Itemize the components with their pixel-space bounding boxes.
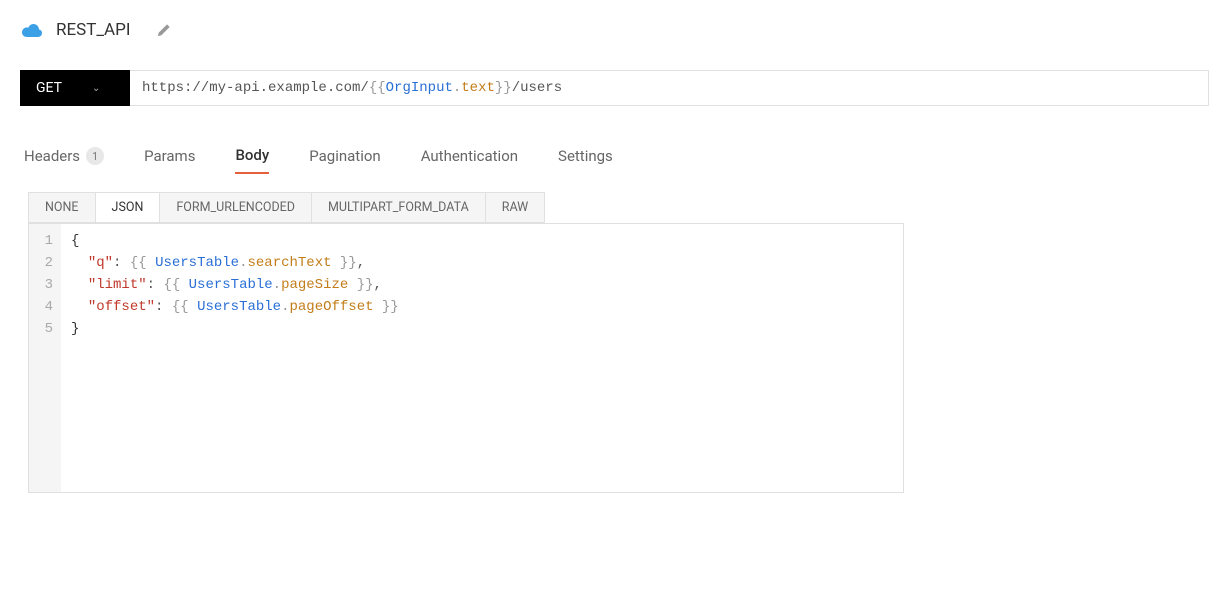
code-line: "offset": {{ UsersTable.pageOffset }} bbox=[71, 296, 893, 318]
http-method-value: GET bbox=[36, 80, 62, 96]
body-type-raw[interactable]: RAW bbox=[486, 193, 545, 222]
tab-body[interactable]: Body bbox=[235, 146, 269, 174]
body-type-json[interactable]: JSON bbox=[96, 193, 161, 222]
line-number: 2 bbox=[35, 252, 53, 274]
body-type-form[interactable]: FORM_URLENCODED bbox=[160, 193, 312, 222]
headers-count-badge: 1 bbox=[86, 147, 104, 165]
url-prefix: https://my-api.example.com/ bbox=[142, 80, 369, 96]
body-code-editor[interactable]: 1 2 3 4 5 { "q": {{ UsersTable.searchTex… bbox=[28, 223, 904, 493]
section-tabs: Headers 1 Params Body Pagination Authent… bbox=[20, 146, 1209, 174]
url-suffix: /users bbox=[512, 80, 562, 96]
line-gutter: 1 2 3 4 5 bbox=[29, 224, 61, 492]
tab-authentication[interactable]: Authentication bbox=[421, 147, 518, 173]
request-url-row: GET ⌄ https://my-api.example.com/{{ OrgI… bbox=[20, 70, 1209, 106]
url-input[interactable]: https://my-api.example.com/{{ OrgInput.t… bbox=[130, 70, 1209, 106]
tab-params[interactable]: Params bbox=[144, 147, 195, 173]
code-line: "limit": {{ UsersTable.pageSize }}, bbox=[71, 274, 893, 296]
code-line: { bbox=[71, 230, 893, 252]
body-type-multipart[interactable]: MULTIPART_FORM_DATA bbox=[312, 193, 486, 222]
line-number: 3 bbox=[35, 274, 53, 296]
body-type-tabs: NONE JSON FORM_URLENCODED MULTIPART_FORM… bbox=[28, 192, 545, 223]
tab-pagination[interactable]: Pagination bbox=[309, 147, 380, 173]
http-method-selector[interactable]: GET ⌄ bbox=[20, 70, 130, 106]
tab-settings[interactable]: Settings bbox=[558, 147, 613, 173]
line-number: 5 bbox=[35, 318, 53, 340]
code-line: } bbox=[71, 318, 893, 340]
body-type-none[interactable]: NONE bbox=[29, 193, 96, 222]
line-number: 1 bbox=[35, 230, 53, 252]
query-header: REST_API bbox=[20, 20, 1209, 40]
pencil-icon[interactable] bbox=[157, 22, 173, 38]
line-number: 4 bbox=[35, 296, 53, 318]
tab-headers[interactable]: Headers 1 bbox=[24, 147, 104, 173]
code-line: "q": {{ UsersTable.searchText }}, bbox=[71, 252, 893, 274]
chevron-down-icon: ⌄ bbox=[92, 83, 100, 94]
cloud-icon bbox=[20, 21, 44, 39]
mustache-close: }} bbox=[495, 80, 512, 96]
code-content[interactable]: { "q": {{ UsersTable.searchText }}, "lim… bbox=[61, 224, 903, 492]
url-binding-object: OrgInput bbox=[386, 80, 453, 96]
mustache-open: {{ bbox=[369, 80, 386, 96]
url-binding-property: text bbox=[461, 80, 495, 96]
query-title[interactable]: REST_API bbox=[56, 20, 130, 40]
